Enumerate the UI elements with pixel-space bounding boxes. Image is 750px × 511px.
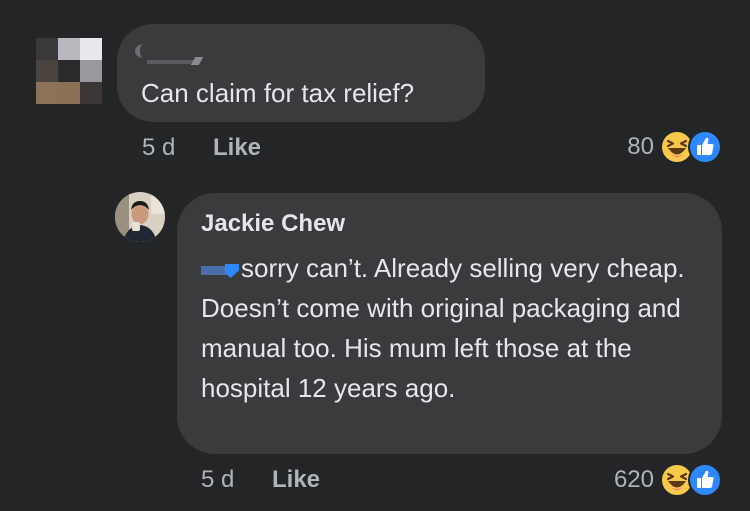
reaction-count: 620 [613, 466, 654, 493]
avatar-pixelated[interactable] [36, 38, 104, 106]
like-reaction-icon [688, 130, 722, 164]
like-reaction-icon [688, 463, 722, 497]
reply-body: sorry can’t. Already selling very cheap.… [201, 248, 701, 408]
reply-text: sorry can’t. Already selling very cheap.… [201, 253, 685, 403]
reply-like-button[interactable]: Like [272, 466, 320, 494]
comment-bubble: Can claim for tax relief? [117, 24, 485, 122]
reaction-count: 80 [627, 133, 654, 160]
reply-reactions[interactable]: 620 [614, 463, 726, 497]
reply-timestamp[interactable]: 5 d [201, 466, 234, 494]
avatar[interactable] [115, 192, 165, 242]
comment-like-button[interactable]: Like [213, 134, 261, 162]
comment-timestamp[interactable]: 5 d [142, 134, 175, 162]
comment-thread: Can claim for tax relief? 5 d Like 80 Ja… [0, 0, 750, 511]
comment-text: Can claim for tax relief? [141, 78, 415, 108]
redacted-mention-tag[interactable] [201, 258, 241, 280]
comment-reactions[interactable]: 80 [627, 130, 726, 164]
redacted-author-name[interactable] [135, 44, 205, 65]
author-name[interactable]: Jackie Chew [201, 210, 345, 238]
reply-bubble: Jackie Chew sorry can’t. Already selling… [177, 193, 722, 454]
